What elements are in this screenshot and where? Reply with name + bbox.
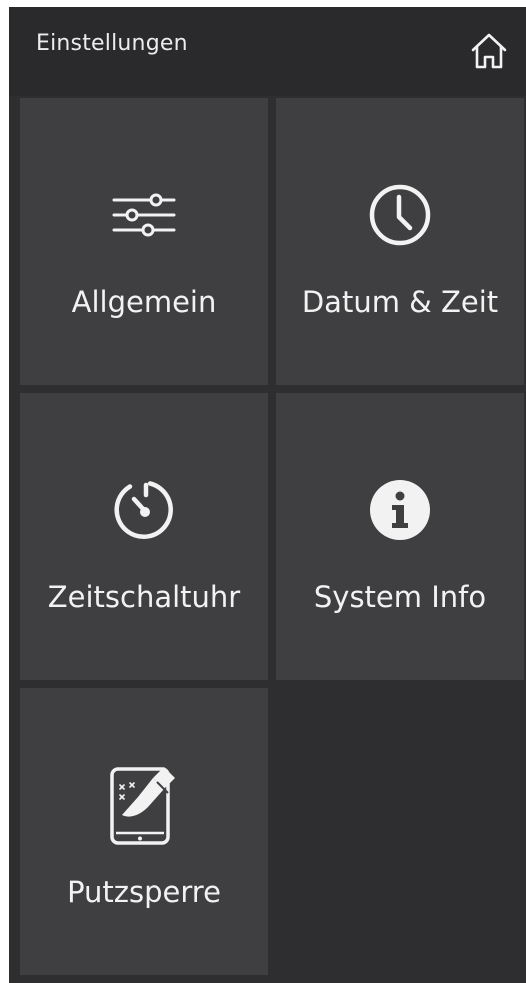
page-title: Einstellungen: [36, 31, 188, 56]
tile-cleaning-lock[interactable]: Putzsperre: [20, 688, 268, 975]
info-icon: [370, 480, 430, 540]
tile-label: System Info: [313, 580, 487, 614]
header-bar: Einstellungen: [9, 7, 526, 96]
clock-icon: [369, 184, 431, 246]
tile-timer[interactable]: Zeitschaltuhr: [20, 393, 268, 680]
tile-label: Datum & Zeit: [301, 285, 499, 319]
tablet-cleaning-icon: [110, 767, 175, 845]
home-icon: [471, 33, 507, 69]
tile-label: Zeitschaltuhr: [47, 580, 241, 614]
sliders-icon: [112, 193, 176, 237]
tile-system-info[interactable]: System Info: [276, 393, 524, 680]
settings-screen: Einstellungen Allgemein Datum & Zeit Zei…: [9, 7, 526, 983]
tile-date-time[interactable]: Datum & Zeit: [276, 98, 524, 385]
tile-label: Putzsperre: [67, 875, 221, 909]
tile-label: Allgemein: [71, 285, 217, 319]
home-button[interactable]: [465, 27, 513, 75]
timer-icon: [114, 481, 173, 539]
tile-general[interactable]: Allgemein: [20, 98, 268, 385]
